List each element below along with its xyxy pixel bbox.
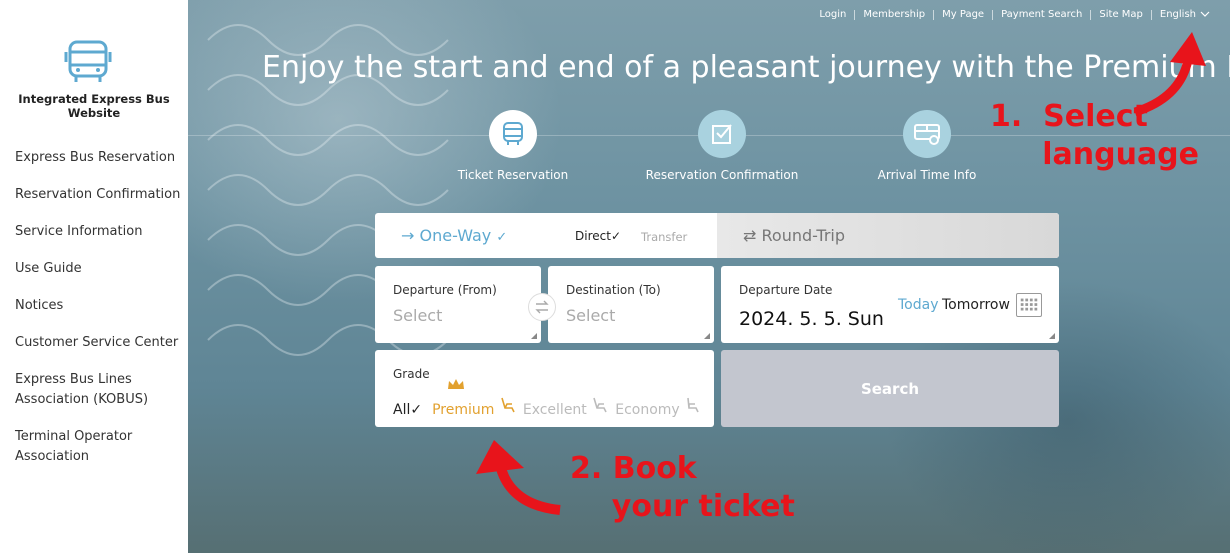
grade-premium-option[interactable]: Premium (432, 379, 517, 418)
today-button[interactable]: Today (898, 297, 939, 313)
departure-date-field[interactable]: Departure Date 2024. 5. 5. Sun Today Tom… (721, 266, 1059, 343)
language-selector[interactable]: English (1152, 9, 1218, 20)
sidebar-item-reservation-confirmation[interactable]: Reservation Confirmation (15, 185, 185, 205)
sidebar-item-express-bus-reservation[interactable]: Express Bus Reservation (15, 148, 185, 168)
search-button[interactable]: Search (721, 350, 1059, 427)
grade-economy-option[interactable]: Economy (615, 396, 702, 418)
departure-placeholder: Select (393, 306, 443, 325)
check-icon: ✓ (410, 402, 423, 418)
sidebar: Integrated Express Bus Website Express B… (0, 0, 188, 553)
seat-icon (501, 397, 515, 413)
language-label: English (1159, 9, 1196, 20)
ticket-reservation-feature[interactable]: Ticket Reservation (423, 110, 603, 182)
arrow-right-icon: → (401, 226, 415, 245)
dropdown-corner-icon (1049, 333, 1055, 339)
calendar-icon[interactable] (1016, 293, 1042, 317)
grade-field: Grade All✓ Premium Excellent Economy (375, 350, 714, 427)
grade-all-label: All (393, 402, 411, 418)
site-title[interactable]: Integrated Express Bus Website (0, 92, 188, 120)
seat-icon (593, 397, 607, 413)
annotation-book-ticket: 2. Book your ticket (570, 451, 795, 524)
grade-economy-label: Economy (615, 402, 680, 418)
round-trip-label: Round-Trip (761, 226, 846, 245)
transfer-option[interactable]: Transfer (641, 230, 687, 244)
swap-arrows-icon: ⇄ (743, 226, 757, 245)
dropdown-corner-icon (531, 333, 537, 339)
hero-headline: Enjoy the start and end of a pleasant jo… (262, 50, 1230, 85)
annotation-select-language: 1. Select language (990, 99, 1200, 172)
reservation-confirmation-feature[interactable]: Reservation Confirmation (632, 110, 812, 182)
sidebar-item-use-guide[interactable]: Use Guide (15, 259, 185, 279)
grade-excellent-option[interactable]: Excellent (523, 396, 609, 418)
departure-field[interactable]: Departure (From) Select (375, 266, 541, 343)
sidebar-item-notices[interactable]: Notices (15, 296, 185, 316)
grade-options: All✓ Premium Excellent Economy (393, 379, 708, 418)
sidebar-item-customer-service-center[interactable]: Customer Service Center (15, 333, 185, 353)
departure-label: Departure (From) (393, 283, 497, 297)
site-map-link[interactable]: Site Map (1091, 9, 1150, 20)
grade-all-option[interactable]: All✓ (393, 402, 422, 418)
departure-date-label: Departure Date (739, 283, 833, 297)
my-page-link[interactable]: My Page (934, 9, 992, 20)
dropdown-corner-icon (704, 333, 710, 339)
one-way-tab[interactable]: → One-Way ✓ (401, 226, 507, 245)
crown-icon (448, 379, 465, 389)
sidebar-nav: Express Bus Reservation Reservation Conf… (15, 148, 185, 484)
bus-logo-icon[interactable] (64, 38, 112, 84)
top-navigation: Login Membership My Page Payment Search … (811, 9, 1218, 20)
feature-label: Ticket Reservation (457, 168, 569, 182)
sidebar-item-service-information[interactable]: Service Information (15, 222, 185, 242)
chevron-down-icon (1200, 11, 1210, 17)
grade-premium-label: Premium (432, 402, 495, 418)
login-link[interactable]: Login (811, 9, 854, 20)
bus-icon (489, 110, 537, 158)
destination-placeholder: Select (566, 306, 616, 325)
seat-icon (687, 397, 699, 413)
checkbox-icon (698, 110, 746, 158)
swap-icon (535, 300, 549, 314)
tomorrow-button[interactable]: Tomorrow (942, 297, 1010, 313)
trip-type-bar: → One-Way ✓ Direct✓ Transfer ⇄ Round-Tri… (375, 213, 1059, 258)
round-trip-tab[interactable]: ⇄ Round-Trip (743, 226, 845, 245)
sidebar-item-terminal-operator-association[interactable]: Terminal Operator Association (15, 427, 185, 467)
payment-search-link[interactable]: Payment Search (993, 9, 1090, 20)
swap-locations-button[interactable] (528, 293, 556, 321)
direct-option[interactable]: Direct✓ (575, 229, 621, 243)
grade-excellent-label: Excellent (522, 402, 587, 418)
departure-date-value: 2024. 5. 5. Sun (739, 308, 884, 330)
destination-label: Destination (To) (566, 283, 661, 297)
direct-label: Direct (575, 229, 611, 243)
bus-arrival-icon (903, 110, 951, 158)
membership-link[interactable]: Membership (855, 9, 933, 20)
check-icon: ✓ (496, 230, 508, 245)
feature-label: Reservation Confirmation (645, 168, 799, 182)
grade-label: Grade (393, 367, 430, 381)
one-way-label: One-Way (419, 226, 492, 245)
destination-field[interactable]: Destination (To) Select (548, 266, 714, 343)
sidebar-item-kobus[interactable]: Express Bus Lines Association (KOBUS) (15, 370, 185, 410)
check-icon: ✓ (610, 229, 621, 243)
